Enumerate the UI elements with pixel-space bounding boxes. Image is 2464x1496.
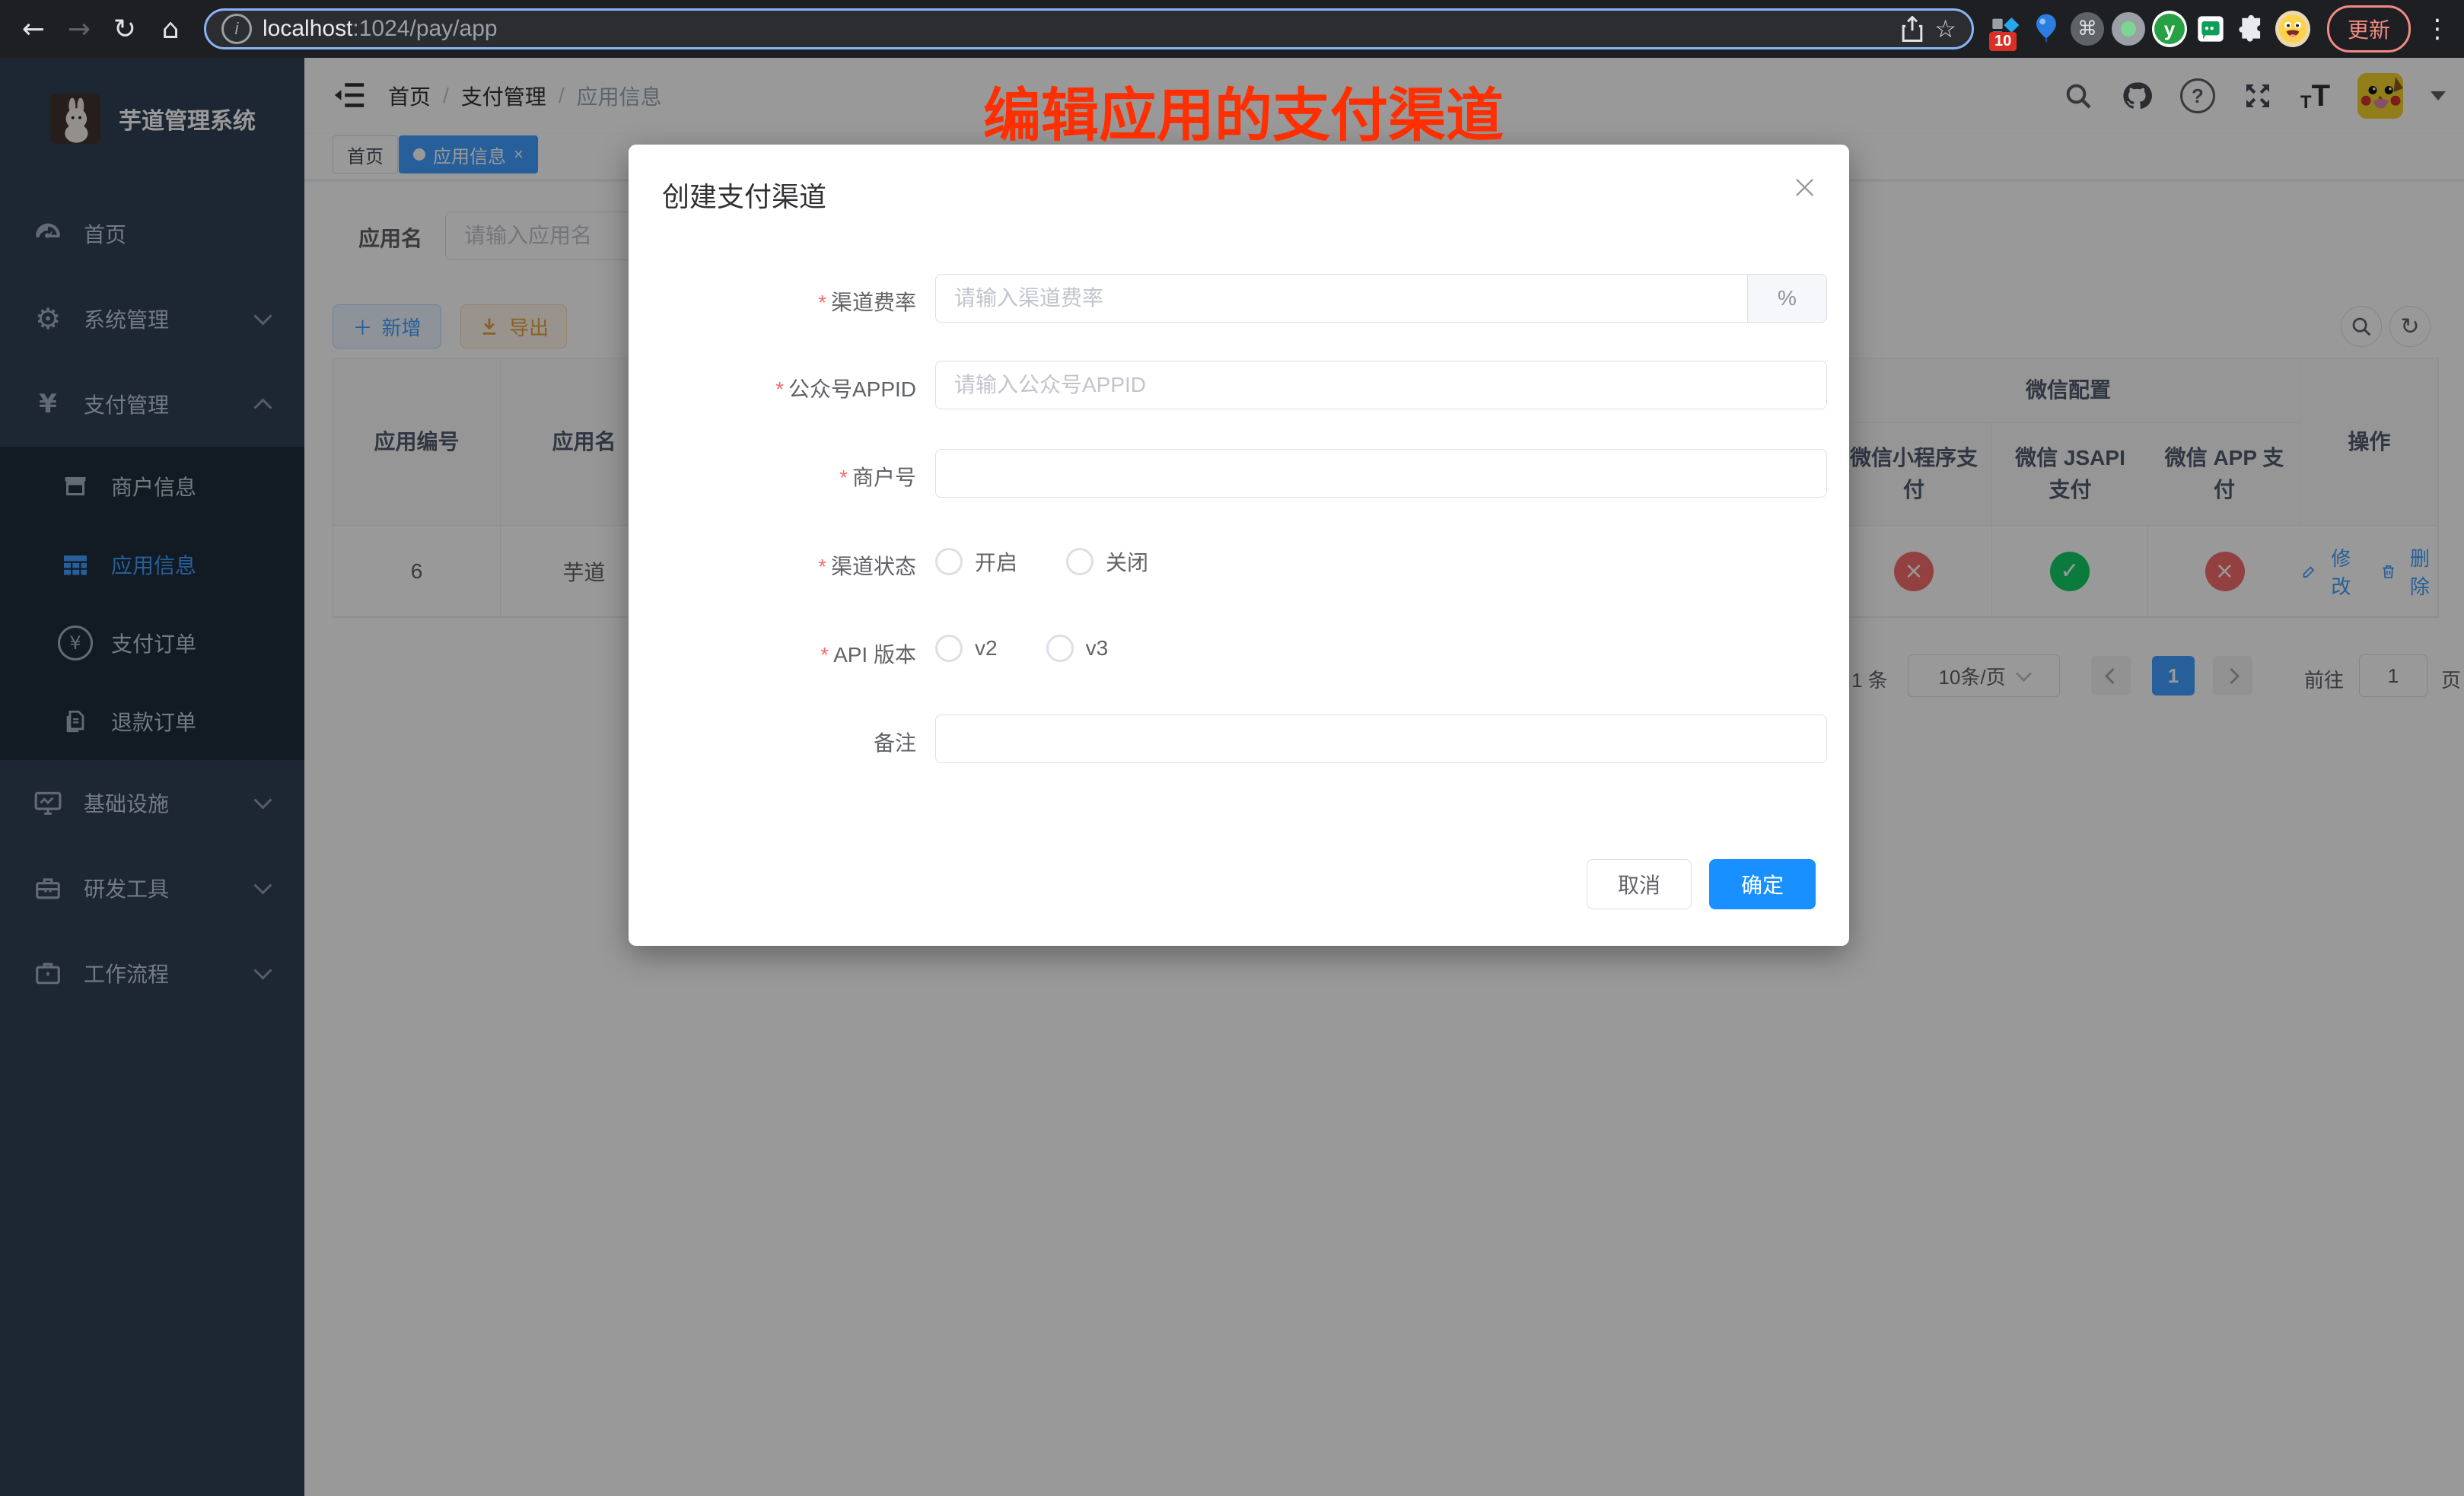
home-icon[interactable]: ⌂ (151, 9, 190, 49)
radio-option-enable[interactable]: 开启 (935, 546, 1017, 577)
api-version-radio-group: v2 v3 (935, 635, 1138, 662)
appid-input[interactable] (935, 361, 1827, 409)
remark-input[interactable] (935, 715, 1827, 763)
app-root: 芋道管理系统 首页 ⚙ 系统管理 ¥ 支付管理 (0, 58, 2464, 1496)
radio-option-v3[interactable]: v3 (1046, 635, 1109, 662)
radio-circle-icon[interactable] (1066, 548, 1094, 575)
radio-circle-icon[interactable] (935, 548, 963, 575)
confirm-button[interactable]: 确定 (1709, 859, 1816, 909)
extension-record-icon[interactable] (2111, 11, 2146, 46)
extension-tiles-icon[interactable]: 10 (1988, 11, 2023, 46)
extension-badge: 10 (1989, 32, 2017, 51)
dialog-title: 创建支付渠道 (662, 175, 826, 215)
merchant-no-input[interactable] (935, 449, 1827, 498)
create-pay-channel-dialog: 创建支付渠道 × *渠道费率 % *公众号APPID *商户号 *渠道状态 开启… (629, 145, 1849, 946)
field-label-fee-rate: *渠道费率 (665, 286, 916, 317)
extension-emoji-avatar[interactable] (2275, 11, 2310, 46)
back-icon[interactable]: ← (14, 9, 53, 49)
field-label-channel-status: *渠道状态 (665, 550, 916, 581)
share-icon[interactable] (1901, 16, 1924, 42)
browser-menu-icon[interactable]: ⋮ (2424, 14, 2450, 44)
fee-rate-input[interactable] (935, 274, 1747, 323)
browser-chrome: ← → ↻ ⌂ i localhost:1024/pay/app ☆ 10 ⌘ … (0, 0, 2464, 58)
url-path: :1024/pay/app (352, 16, 497, 41)
channel-status-radio-group: 开启 关闭 (935, 546, 1179, 577)
extension-chat-icon[interactable] (2193, 11, 2228, 46)
bookmark-star-icon[interactable]: ☆ (1934, 14, 1956, 43)
url-text[interactable]: localhost:1024/pay/app (263, 16, 1890, 42)
extension-balloon-icon[interactable] (2029, 11, 2064, 46)
update-button[interactable]: 更新 (2327, 5, 2411, 53)
extension-y-icon[interactable]: y (2152, 11, 2187, 46)
fee-rate-input-group: % (935, 274, 1827, 323)
forward-icon[interactable]: → (59, 9, 99, 49)
cancel-button[interactable]: 取消 (1587, 859, 1692, 909)
annotation-title: 编辑应用的支付渠道 (983, 68, 1531, 152)
screen: ← → ↻ ⌂ i localhost:1024/pay/app ☆ 10 ⌘ … (0, 0, 2464, 1496)
field-label-api-version: *API 版本 (665, 638, 916, 669)
field-label-remark: 备注 (665, 727, 916, 757)
radio-circle-icon[interactable] (1046, 635, 1074, 662)
reload-icon[interactable]: ↻ (105, 9, 145, 49)
url-bar[interactable]: i localhost:1024/pay/app ☆ (204, 8, 1974, 49)
site-info-icon[interactable]: i (221, 14, 252, 44)
dialog-close-icon[interactable]: × (1791, 170, 1819, 204)
radio-circle-icon[interactable] (935, 635, 963, 662)
radio-option-v2[interactable]: v2 (935, 635, 998, 662)
url-host: localhost (263, 16, 352, 41)
extension-puzzle-icon[interactable] (2234, 11, 2269, 46)
field-label-appid: *公众号APPID (665, 373, 916, 403)
extension-command-icon[interactable]: ⌘ (2070, 11, 2105, 46)
percent-suffix: % (1747, 274, 1827, 323)
field-label-merchant-no: *商户号 (665, 461, 916, 492)
radio-option-disable[interactable]: 关闭 (1066, 546, 1148, 577)
